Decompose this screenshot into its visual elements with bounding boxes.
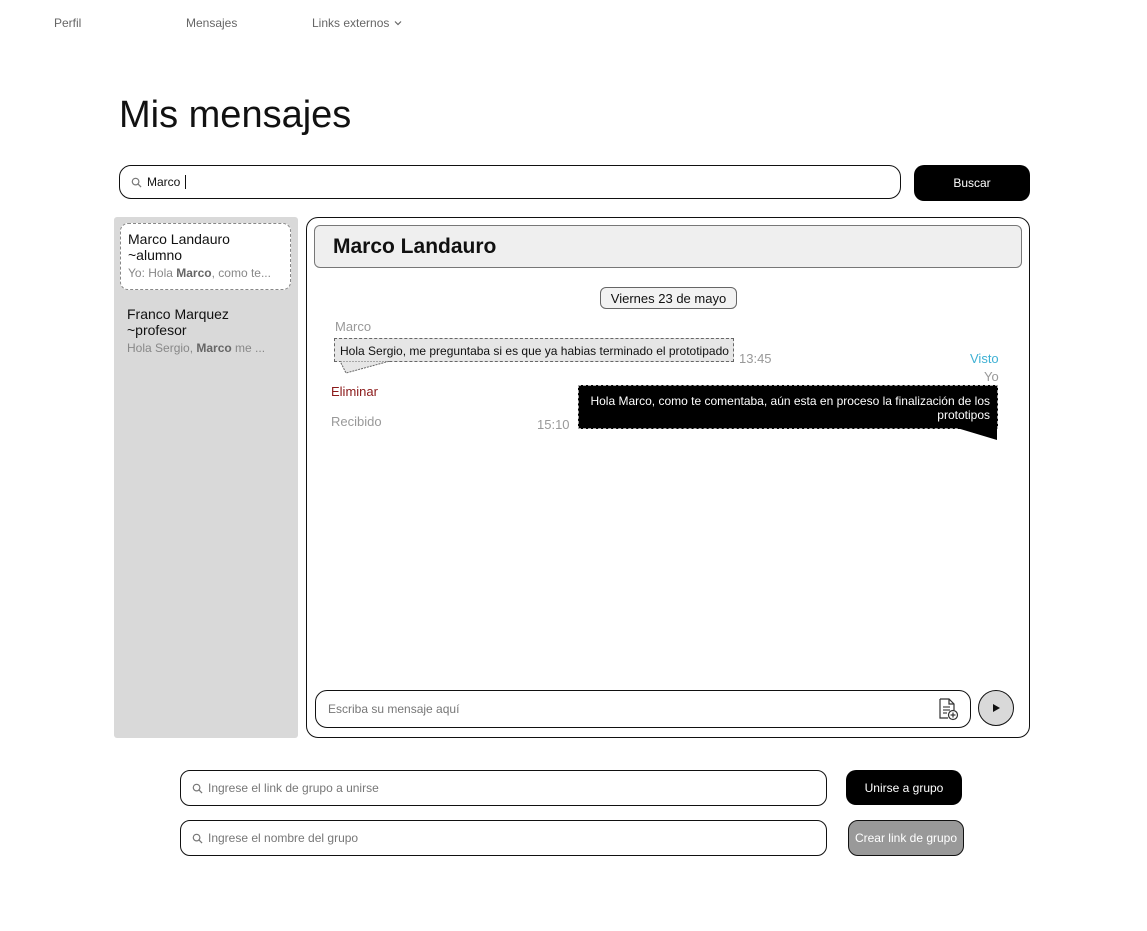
chat-panel: Marco Landauro Viernes 23 de mayo Marco …: [306, 217, 1030, 738]
text-caret: [185, 175, 187, 189]
contact-item-marco-landauro[interactable]: Marco Landauro ~alumno Yo: Hola Marco, c…: [120, 223, 291, 290]
join-group-input[interactable]: Ingrese el link de grupo a unirse: [180, 770, 827, 806]
search-icon: [192, 783, 203, 794]
search-input-value: Marco: [147, 175, 181, 189]
search-input[interactable]: Marco: [119, 165, 901, 199]
contact-role: ~profesor: [127, 322, 187, 338]
join-group-button[interactable]: Unirse a grupo: [846, 770, 962, 805]
search-icon: [192, 833, 203, 844]
incoming-message-bubble[interactable]: Hola Sergio, me preguntaba si es que ya …: [334, 338, 734, 362]
contacts-list: Marco Landauro ~alumno Yo: Hola Marco, c…: [114, 217, 298, 738]
chat-contact-name: Marco Landauro: [333, 234, 497, 258]
join-group-placeholder: Ingrese el link de grupo a unirse: [208, 781, 379, 795]
received-status: Recibido: [331, 414, 382, 429]
chat-header: Marco Landauro: [314, 225, 1022, 268]
nav-mensajes[interactable]: Mensajes: [186, 16, 237, 30]
contact-preview: Hola Sergio, Marco me ...: [127, 341, 266, 355]
contact-preview: Yo: Hola Marco, como te...: [128, 266, 271, 280]
incoming-bubble-tail: [340, 361, 390, 374]
outgoing-message-time: 15:10: [537, 417, 570, 432]
outgoing-sender-name: Yo: [984, 369, 999, 384]
send-button[interactable]: [978, 690, 1014, 726]
send-icon: [993, 704, 1000, 712]
page-title: Mis mensajes: [119, 94, 352, 136]
incoming-sender-name: Marco: [335, 319, 372, 334]
message-input[interactable]: Escriba su mensaje aquí: [315, 690, 971, 728]
nav-links-externos[interactable]: Links externos: [312, 16, 403, 30]
incoming-message-time: 13:45: [739, 351, 772, 366]
nav-perfil[interactable]: Perfil: [54, 16, 81, 30]
contact-item-franco-marquez[interactable]: Franco Marquez ~profesor Hola Sergio, Ma…: [120, 299, 289, 364]
chevron-down-icon: [394, 21, 402, 26]
contact-role: ~alumno: [128, 247, 183, 263]
search-button[interactable]: Buscar: [914, 165, 1030, 201]
contact-name: Marco Landauro: [128, 231, 230, 247]
seen-status: Visto: [970, 351, 999, 366]
date-separator: Viernes 23 de mayo: [600, 287, 737, 309]
delete-message-link[interactable]: Eliminar: [331, 384, 378, 399]
create-group-link-button[interactable]: Crear link de grupo: [848, 820, 964, 856]
message-input-placeholder: Escriba su mensaje aquí: [328, 702, 460, 716]
nav-links-externos-label: Links externos: [312, 16, 390, 30]
group-name-input[interactable]: Ingrese el nombre del grupo: [180, 820, 827, 856]
group-name-placeholder: Ingrese el nombre del grupo: [208, 831, 359, 845]
contact-name: Franco Marquez: [127, 306, 229, 322]
outgoing-bubble-tail: [957, 428, 997, 440]
attach-file-icon[interactable]: [936, 697, 960, 721]
outgoing-message-bubble[interactable]: Hola Marco, como te comentaba, aún esta …: [578, 385, 998, 429]
search-icon: [131, 177, 142, 188]
